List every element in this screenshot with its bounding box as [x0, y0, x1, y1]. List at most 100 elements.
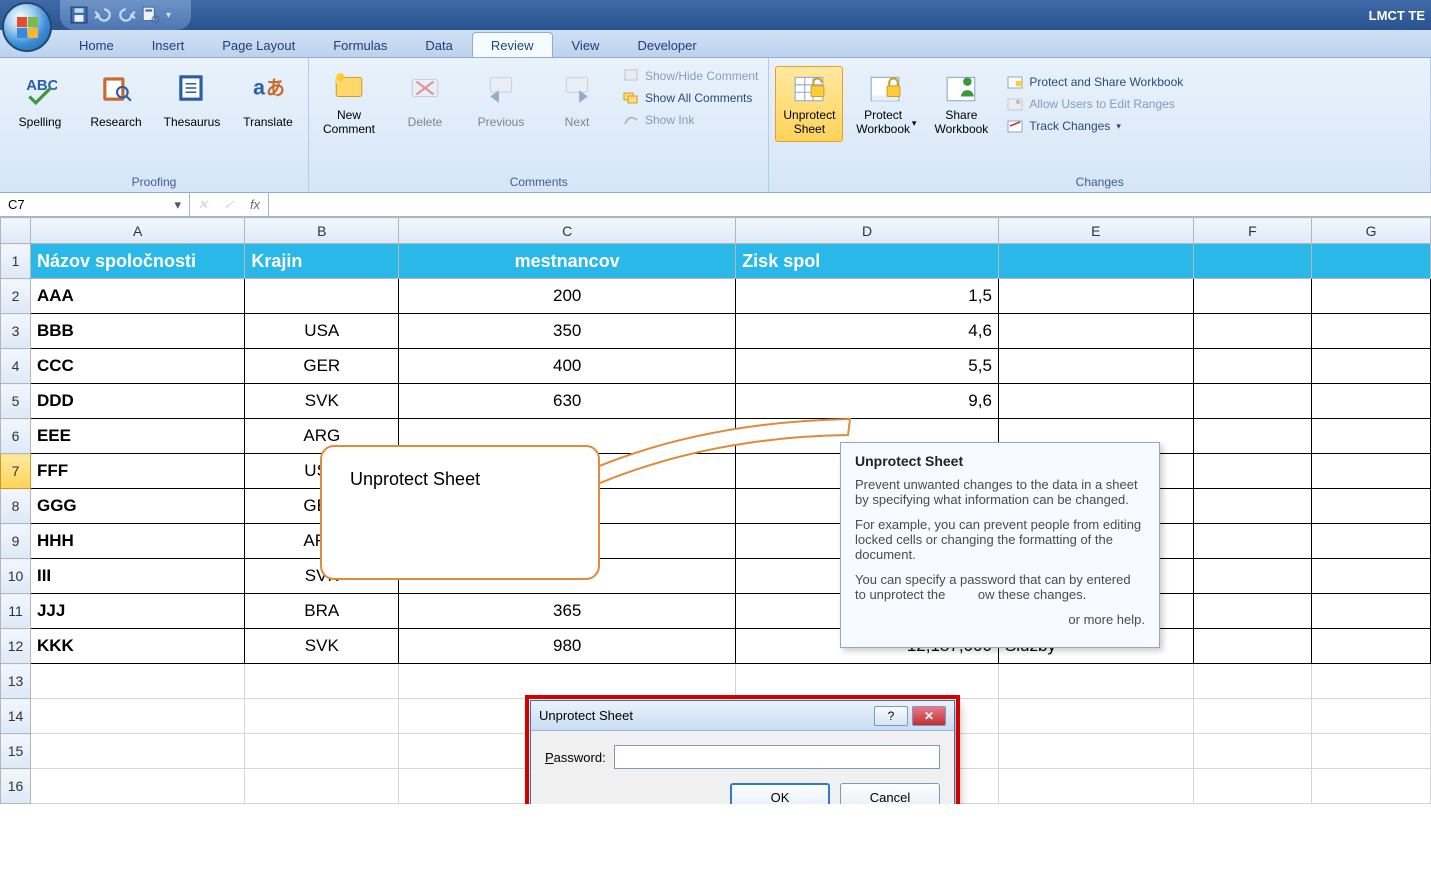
cell[interactable] [1193, 629, 1312, 664]
insert-function-button[interactable]: fx [242, 197, 268, 212]
cell[interactable] [998, 384, 1193, 419]
cell[interactable] [1312, 419, 1431, 454]
cell[interactable] [245, 279, 399, 314]
row-header[interactable]: 5 [1, 384, 31, 419]
cell[interactable] [1312, 524, 1431, 559]
cell[interactable] [245, 734, 399, 769]
cell[interactable] [1193, 734, 1312, 769]
cell[interactable] [1312, 244, 1431, 279]
undo-icon[interactable] [94, 6, 112, 24]
cell[interactable]: 1,5 [736, 279, 999, 314]
cell[interactable]: AAA [30, 279, 244, 314]
tab-insert[interactable]: Insert [133, 32, 204, 57]
row-header[interactable]: 2 [1, 279, 31, 314]
cell[interactable] [30, 664, 244, 699]
show-all-comments-button[interactable]: Show All Comments [619, 88, 762, 108]
col-header-c[interactable]: C [399, 218, 736, 244]
cell[interactable]: mestnancov [399, 244, 736, 279]
col-header-d[interactable]: D [736, 218, 999, 244]
cell[interactable]: DDD [30, 384, 244, 419]
col-header-e[interactable]: E [998, 218, 1193, 244]
cell[interactable]: Zisk spol [736, 244, 999, 279]
cell[interactable] [1193, 384, 1312, 419]
cell[interactable] [245, 664, 399, 699]
office-button[interactable] [2, 2, 52, 52]
thesaurus-button[interactable]: Thesaurus [158, 66, 226, 142]
tab-formulas[interactable]: Formulas [314, 32, 406, 57]
cell[interactable] [1193, 664, 1312, 699]
redo-icon[interactable] [118, 6, 136, 24]
share-workbook-button[interactable]: Share Workbook [927, 66, 995, 142]
cell[interactable]: USA [245, 314, 399, 349]
cell[interactable] [1312, 664, 1431, 699]
cell[interactable] [1312, 314, 1431, 349]
print-preview-icon[interactable] [142, 6, 160, 24]
cell[interactable]: 980 [399, 629, 736, 664]
tab-data[interactable]: Data [406, 32, 471, 57]
cell[interactable] [998, 314, 1193, 349]
cell[interactable] [1312, 769, 1431, 804]
row-header[interactable]: 13 [1, 664, 31, 699]
select-all-corner[interactable] [1, 218, 31, 244]
row-header[interactable]: 14 [1, 699, 31, 734]
col-header-a[interactable]: A [30, 218, 244, 244]
cell[interactable]: Krajin [245, 244, 399, 279]
cell[interactable] [998, 349, 1193, 384]
cell[interactable]: JJJ [30, 594, 244, 629]
cell[interactable]: SVK [245, 384, 399, 419]
cell[interactable] [30, 769, 244, 804]
tab-home[interactable]: Home [60, 32, 133, 57]
row-header[interactable]: 1 [1, 244, 31, 279]
row-header[interactable]: 7 [1, 454, 31, 489]
cell[interactable]: 4,6 [736, 314, 999, 349]
cell[interactable]: SVK [245, 629, 399, 664]
cell[interactable] [1312, 559, 1431, 594]
cell[interactable] [998, 699, 1193, 734]
row-header[interactable]: 3 [1, 314, 31, 349]
cancel-button[interactable]: Cancel [840, 783, 940, 804]
cell[interactable]: 365 [399, 594, 736, 629]
spelling-button[interactable]: ABC Spelling [6, 66, 74, 142]
research-button[interactable]: Research [82, 66, 150, 142]
cell[interactable]: Názov spoločnosti [30, 244, 244, 279]
dialog-help-button[interactable]: ? [874, 706, 908, 726]
row-header[interactable]: 8 [1, 489, 31, 524]
cell[interactable] [1193, 559, 1312, 594]
cell[interactable] [1193, 594, 1312, 629]
cell[interactable] [1312, 349, 1431, 384]
new-comment-button[interactable]: New Comment [315, 66, 383, 142]
cell[interactable] [1312, 629, 1431, 664]
cell[interactable] [998, 734, 1193, 769]
track-changes-button[interactable]: Track Changes ▾ [1003, 116, 1187, 136]
cell[interactable] [1193, 314, 1312, 349]
row-header[interactable]: 16 [1, 769, 31, 804]
row-header[interactable]: 15 [1, 734, 31, 769]
cell[interactable] [30, 734, 244, 769]
cell[interactable] [1193, 769, 1312, 804]
cell[interactable] [998, 664, 1193, 699]
cell[interactable]: 630 [399, 384, 736, 419]
formula-input[interactable] [269, 193, 1431, 216]
cell[interactable] [1193, 524, 1312, 559]
row-header[interactable]: 10 [1, 559, 31, 594]
spreadsheet-grid[interactable]: A B C D E F G 1Názov spoločnostiKrajinme… [0, 217, 1431, 804]
protect-workbook-button[interactable]: Protect Workbook ▾ [851, 66, 919, 142]
row-header[interactable]: 11 [1, 594, 31, 629]
cell[interactable] [1312, 279, 1431, 314]
cell[interactable] [1312, 734, 1431, 769]
enter-formula-icon[interactable]: ✓ [216, 197, 242, 213]
translate-button[interactable]: aあ Translate [234, 66, 302, 142]
cell[interactable] [1312, 699, 1431, 734]
cell[interactable] [1193, 454, 1312, 489]
row-header[interactable]: 6 [1, 419, 31, 454]
cell[interactable] [1193, 279, 1312, 314]
cell[interactable] [399, 664, 736, 699]
cell[interactable]: 400 [399, 349, 736, 384]
cell[interactable] [1312, 454, 1431, 489]
cell[interactable] [245, 769, 399, 804]
cell[interactable]: EEE [30, 419, 244, 454]
ok-button[interactable]: OK [730, 783, 830, 804]
cell[interactable] [1312, 594, 1431, 629]
cell[interactable]: FFF [30, 454, 244, 489]
cell[interactable]: 5,5 [736, 349, 999, 384]
